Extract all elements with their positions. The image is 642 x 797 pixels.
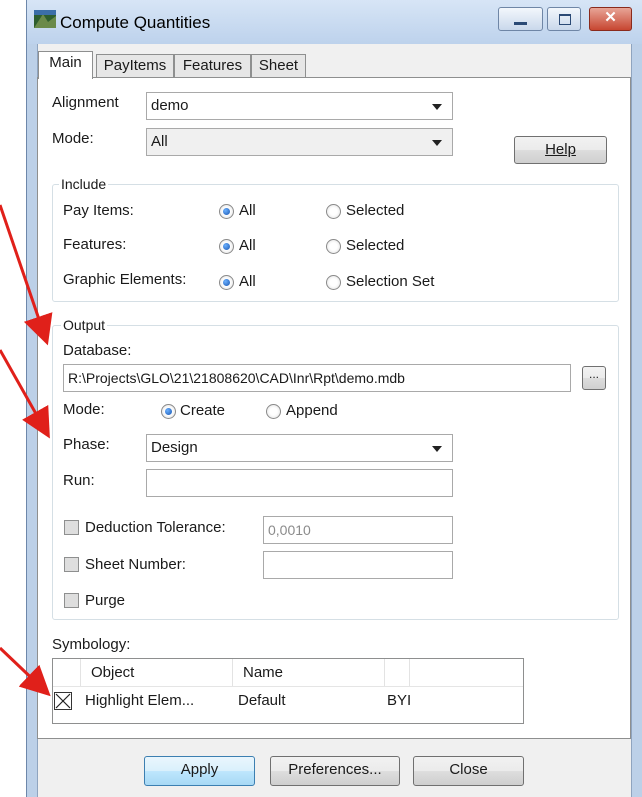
annotation-arrows <box>0 204 53 697</box>
arrow-to-mode <box>0 349 50 439</box>
arrow-to-symbology <box>0 646 51 697</box>
tab-main[interactable]: Main <box>38 51 93 79</box>
tab-main-label: Main <box>49 54 82 71</box>
arrow-to-output <box>0 204 53 346</box>
